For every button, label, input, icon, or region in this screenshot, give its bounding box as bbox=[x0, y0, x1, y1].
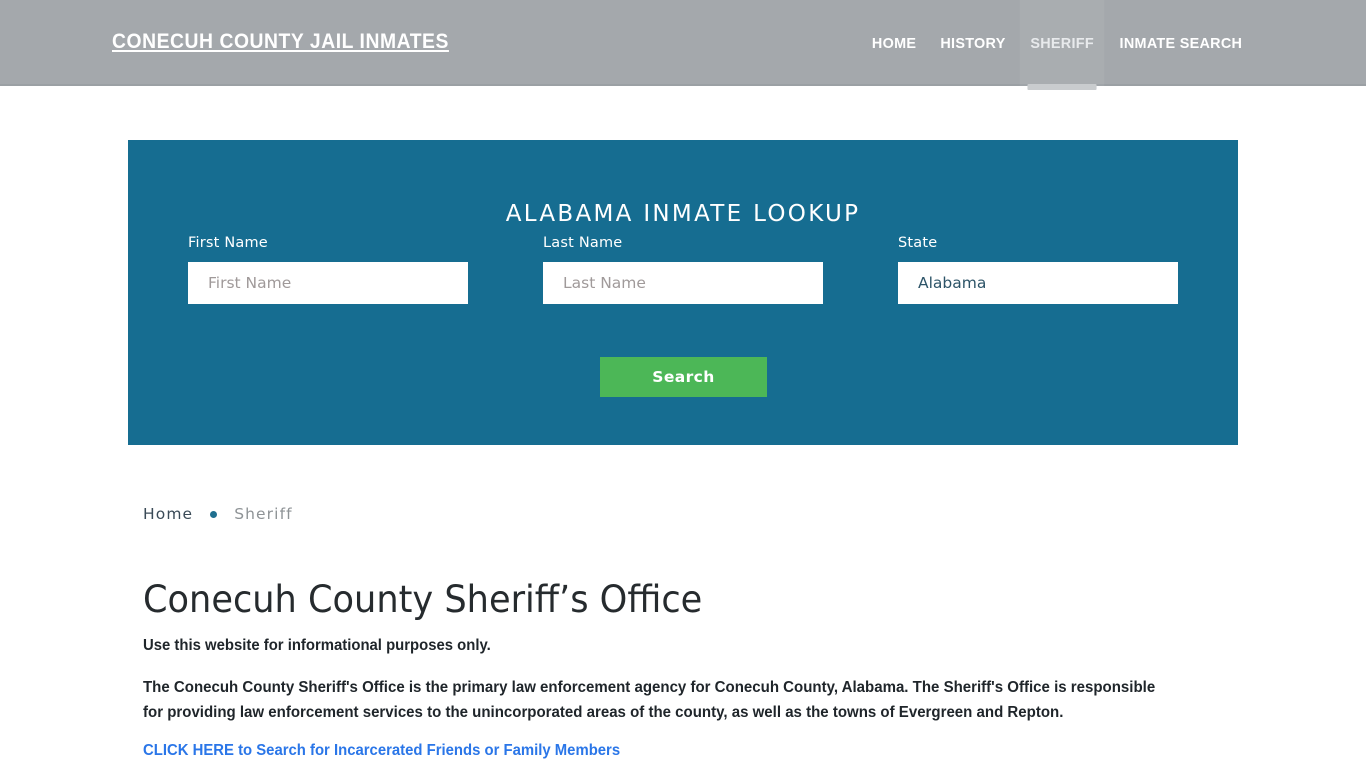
breadcrumb-item-sheriff: Sheriff bbox=[234, 505, 293, 523]
state-label: State bbox=[898, 235, 938, 251]
breadcrumb-item-home[interactable]: Home bbox=[143, 505, 193, 523]
sheriff-office-description: The Conecuh County Sheriff's Office is t… bbox=[143, 679, 1156, 721]
first-name-field-group: First Name bbox=[188, 235, 468, 304]
search-button[interactable]: Search bbox=[600, 357, 767, 397]
inmate-lookup-panel: ALABAMA INMATE LOOKUP First Name Last Na… bbox=[128, 140, 1238, 445]
state-field-group: State bbox=[898, 235, 1178, 304]
last-name-input[interactable] bbox=[543, 262, 823, 304]
site-header: CONECUH COUNTY JAIL INMATES HOME HISTORY… bbox=[0, 0, 1366, 86]
main-navigation: HOME HISTORY SHERIFF INMATE SEARCH bbox=[860, 0, 1256, 86]
state-select[interactable] bbox=[898, 262, 1178, 304]
nav-item-sheriff[interactable]: SHERIFF bbox=[1019, 0, 1105, 86]
lookup-panel-title: ALABAMA INMATE LOOKUP bbox=[505, 201, 861, 228]
first-name-label: First Name bbox=[188, 235, 268, 251]
site-brand-title[interactable]: CONECUH COUNTY JAIL INMATES bbox=[112, 30, 449, 54]
inmate-search-cta-link[interactable]: CLICK HERE to Search for Incarcerated Fr… bbox=[143, 742, 620, 760]
last-name-field-group: Last Name bbox=[543, 235, 823, 304]
breadcrumb: Home Sheriff bbox=[143, 505, 293, 523]
informational-notice: Use this website for informational purpo… bbox=[143, 637, 491, 654]
nav-item-home[interactable]: HOME bbox=[861, 0, 926, 86]
first-name-input[interactable] bbox=[188, 262, 468, 304]
breadcrumb-separator-dot-icon bbox=[210, 510, 218, 518]
page-title: Conecuh County Sheriff’s Office bbox=[143, 578, 703, 621]
nav-item-history[interactable]: HISTORY bbox=[930, 0, 1016, 86]
last-name-label: Last Name bbox=[543, 235, 623, 251]
nav-item-inmate-search[interactable]: INMATE SEARCH bbox=[1109, 0, 1253, 86]
